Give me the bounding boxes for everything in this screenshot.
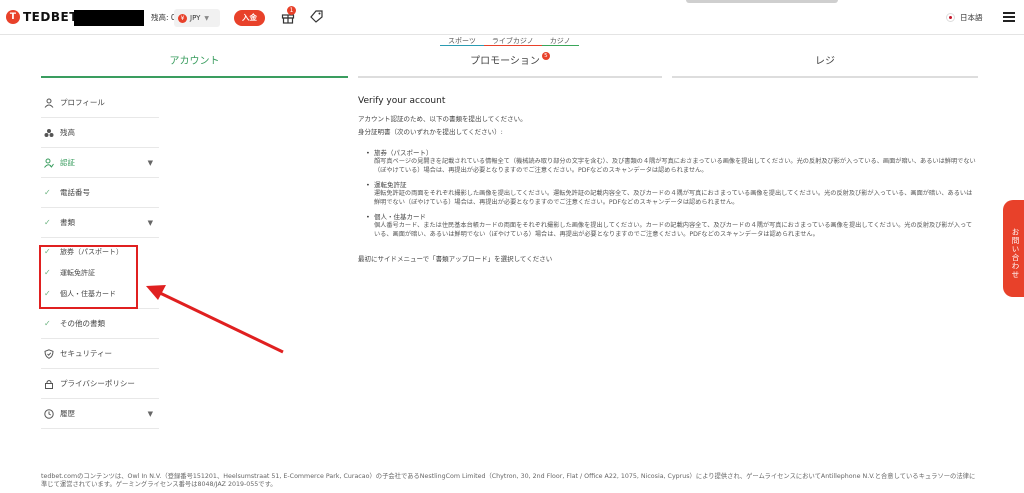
sub-navigation: スポーツ ライブカジノ カジノ bbox=[0, 35, 1024, 46]
sidebar-item-history[interactable]: 履歴 ▼ bbox=[41, 399, 159, 429]
sidebar-item-phone[interactable]: ✓ 電話番号 bbox=[41, 178, 159, 208]
footer-text: tedbet.comのコンテンツは、Owl In N.V.（登録番号151201… bbox=[41, 473, 976, 488]
subnav-casino[interactable]: カジノ bbox=[541, 37, 579, 46]
top-scroll-handle bbox=[686, 0, 838, 3]
verification-panel: Verify your account アカウント認証のため、以下の書類を提出し… bbox=[358, 96, 978, 263]
japan-flag-icon bbox=[946, 13, 955, 22]
top-header: T TEDBET 残高: 0 ¥ JPY ▼ 入金 1 日本語 bbox=[0, 0, 1024, 35]
sidebar-item-privacy-policy[interactable]: プライバシーポリシー bbox=[41, 369, 159, 399]
sidebar-item-label: プライバシーポリシー bbox=[60, 379, 135, 388]
document-title: 旅券（パスポート） bbox=[374, 149, 433, 157]
tab-cashier[interactable]: レジ bbox=[672, 52, 978, 78]
sidebar-item-label: その他の書類 bbox=[60, 319, 105, 328]
check-icon: ✓ bbox=[44, 218, 51, 227]
subnav-sports[interactable]: スポーツ bbox=[440, 37, 484, 46]
logo-mark-icon: T bbox=[6, 10, 20, 24]
sidebar-item-documents[interactable]: ✓ 書類 ▼ bbox=[41, 208, 159, 238]
document-title: 運転免許証 bbox=[374, 181, 407, 189]
document-requirement: • 運転免許証 運転免許証の両面をそれぞれ撮影した画像を提出してください。運転免… bbox=[366, 181, 978, 207]
document-description: 個人番号カード、または住民基本台帳カードの両面をそれぞれ撮影した画像を提出してく… bbox=[374, 222, 973, 238]
intro-text: アカウント認証のため、以下の書類を提出してください。 bbox=[358, 115, 527, 123]
tab-promotion[interactable]: プロモーション 5 bbox=[358, 52, 662, 78]
tab-cashier-label: レジ bbox=[815, 56, 835, 67]
page-title: Verify your account bbox=[358, 96, 446, 106]
tag-icon[interactable] bbox=[310, 10, 323, 23]
user-icon bbox=[44, 98, 54, 108]
clock-icon bbox=[44, 408, 54, 419]
chevron-down-icon: ▼ bbox=[147, 159, 153, 167]
sidebar-item-balance[interactable]: 残高 bbox=[41, 118, 159, 148]
contact-label: お問い合わせ bbox=[1011, 228, 1020, 279]
lock-icon bbox=[45, 379, 53, 389]
requirement-label: 身分証明書（次のいずれかを提出してください）: bbox=[358, 128, 503, 136]
hamburger-menu-icon[interactable] bbox=[1003, 12, 1015, 22]
chevron-down-icon: ▼ bbox=[204, 14, 210, 22]
sidebar-item-profile[interactable]: プロフィール bbox=[41, 88, 159, 118]
sidebar-item-label: 履歴 bbox=[60, 409, 75, 418]
tab-account-label: アカウント bbox=[169, 56, 220, 67]
language-label: 日本語 bbox=[960, 13, 983, 22]
annotation-highlight-box bbox=[39, 245, 138, 309]
chevron-down-icon: ▼ bbox=[147, 219, 153, 227]
chevron-down-icon: ▼ bbox=[147, 410, 153, 418]
verify-user-icon bbox=[44, 158, 54, 168]
document-requirement: • 旅券（パスポート） 顔写真ページの見開きを記載されている情報全て（機械読み取… bbox=[366, 149, 978, 175]
document-description: 顔写真ページの見開きを記載されている情報全て（機械読み取り部分の文字を含む）、及… bbox=[374, 158, 976, 174]
language-selector[interactable]: 日本語 bbox=[946, 12, 983, 23]
upload-instruction: 最初にサイドメニューで「書類アップロード」を選択してください bbox=[358, 255, 553, 263]
balance-label: 残高: 0 bbox=[151, 13, 176, 22]
document-list: • 旅券（パスポート） 顔写真ページの見開きを記載されている情報全て（機械読み取… bbox=[358, 149, 978, 239]
sidebar-item-security[interactable]: セキュリティー bbox=[41, 339, 159, 369]
currency-select[interactable]: ¥ JPY ▼ bbox=[174, 9, 220, 27]
deposit-button[interactable]: 入金 bbox=[234, 10, 265, 26]
sidebar-item-label: 書類 bbox=[60, 218, 75, 227]
shield-icon bbox=[44, 348, 54, 359]
logo[interactable]: T TEDBET bbox=[6, 10, 78, 24]
sidebar-item-verification[interactable]: 認証 ▼ bbox=[41, 148, 159, 178]
sidebar-item-other-documents[interactable]: ✓ その他の書類 bbox=[41, 309, 159, 339]
promotion-badge: 5 bbox=[541, 52, 550, 60]
sidebar-item-label: 電話番号 bbox=[60, 188, 90, 197]
tab-promotion-label: プロモーション bbox=[470, 56, 540, 67]
sidebar-item-label: プロフィール bbox=[60, 98, 105, 107]
sidebar-item-label: 認証 bbox=[60, 158, 75, 167]
subnav-live-casino[interactable]: ライブカジノ bbox=[483, 37, 542, 46]
redacted-username bbox=[74, 10, 144, 26]
currency-value: JPY bbox=[190, 14, 201, 22]
document-title: 個人・住基カード bbox=[374, 213, 426, 221]
logo-text: TEDBET bbox=[23, 10, 78, 24]
coins-icon bbox=[44, 128, 54, 137]
sidebar-item-label: 残高 bbox=[60, 128, 75, 137]
contact-tab[interactable]: お問い合わせ bbox=[1003, 200, 1024, 297]
document-requirement: • 個人・住基カード 個人番号カード、または住民基本台帳カードの両面をそれぞれ撮… bbox=[366, 213, 978, 239]
check-icon: ✓ bbox=[44, 188, 51, 197]
check-icon: ✓ bbox=[44, 319, 51, 328]
gift-badge: 1 bbox=[287, 6, 296, 15]
tab-account[interactable]: アカウント bbox=[41, 52, 348, 78]
sidebar-item-label: セキュリティー bbox=[60, 349, 113, 358]
yen-icon: ¥ bbox=[178, 13, 187, 23]
document-description: 運転免許証の両面をそれぞれ撮影した画像を提出してください。運転免許証の記載内容全… bbox=[374, 190, 973, 206]
